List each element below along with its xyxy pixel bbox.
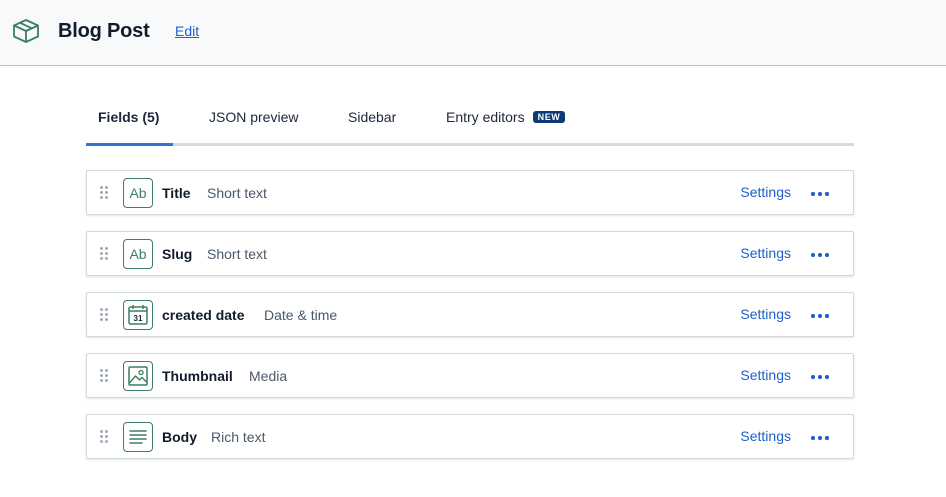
settings-button[interactable]: Settings [740, 184, 791, 200]
more-options-icon[interactable] [811, 435, 829, 441]
field-row-title[interactable]: Ab Title Short text Settings [86, 170, 854, 215]
drag-handle-icon[interactable] [100, 430, 109, 444]
new-badge: NEW [532, 111, 566, 123]
short-text-icon: Ab [123, 239, 153, 269]
more-options-icon[interactable] [811, 191, 829, 197]
settings-button[interactable]: Settings [740, 367, 791, 383]
field-type: Short text [207, 246, 267, 262]
field-row-slug[interactable]: Ab Slug Short text Settings [86, 231, 854, 276]
tab-bar: Fields (5) JSON preview Sidebar Entry ed… [86, 100, 854, 146]
more-options-icon[interactable] [811, 374, 829, 380]
drag-handle-icon[interactable] [100, 308, 109, 322]
field-name: Body [162, 429, 197, 445]
field-name: created date [162, 307, 245, 323]
tab-entry-editors[interactable]: Entry editors NEW [446, 109, 566, 125]
drag-handle-icon[interactable] [100, 186, 109, 200]
short-text-icon: Ab [123, 178, 153, 208]
active-tab-indicator [86, 143, 173, 146]
tab-entry-editors-label: Entry editors [446, 109, 525, 125]
rich-text-icon [123, 422, 153, 452]
settings-button[interactable]: Settings [740, 306, 791, 322]
settings-button[interactable]: Settings [740, 245, 791, 261]
drag-handle-icon[interactable] [100, 369, 109, 383]
field-name: Slug [162, 246, 193, 262]
more-options-icon[interactable] [811, 313, 829, 319]
page-header: Blog Post Edit [0, 0, 946, 66]
settings-button[interactable]: Settings [740, 428, 791, 444]
field-name: Title [162, 185, 191, 201]
page-title: Blog Post [58, 20, 150, 42]
field-row-created-date[interactable]: 31 created date Date & time Settings [86, 292, 854, 337]
drag-handle-icon[interactable] [100, 247, 109, 261]
field-type: Short text [207, 185, 267, 201]
tab-fields[interactable]: Fields (5) [98, 109, 159, 125]
calendar-icon: 31 [123, 300, 153, 330]
field-name: Thumbnail [162, 368, 233, 384]
field-row-body[interactable]: Body Rich text Settings [86, 414, 854, 459]
edit-link[interactable]: Edit [175, 23, 199, 39]
tab-sidebar[interactable]: Sidebar [348, 109, 396, 125]
media-icon [123, 361, 153, 391]
field-row-thumbnail[interactable]: Thumbnail Media Settings [86, 353, 854, 398]
calendar-icon-date: 31 [134, 314, 143, 323]
field-type: Media [249, 368, 288, 384]
field-type: Rich text [211, 429, 266, 445]
content-type-icon [13, 19, 39, 43]
tab-bar-divider [86, 143, 854, 146]
tab-json-preview[interactable]: JSON preview [209, 109, 298, 125]
field-type: Date & time [264, 307, 338, 323]
more-options-icon[interactable] [811, 252, 829, 258]
